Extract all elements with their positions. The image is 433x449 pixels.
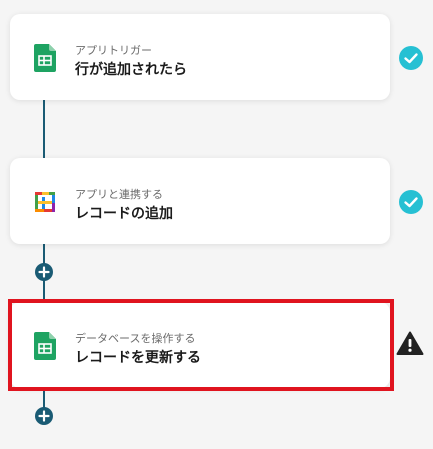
- check-icon: [399, 190, 423, 214]
- step-subtitle: アプリトリガー: [75, 44, 152, 57]
- step-title: レコードの追加: [75, 206, 173, 222]
- flow-connector-line: [43, 100, 45, 158]
- flow-step-card-add-record[interactable]: アプリと連携する レコードの追加: [10, 158, 390, 244]
- multicolor-grid-app-icon: [34, 191, 60, 219]
- highlight-box: [8, 299, 394, 391]
- warning-icon: [396, 331, 424, 356]
- add-step-button[interactable]: [35, 407, 53, 425]
- step-subtitle: アプリと連携する: [75, 188, 163, 201]
- step-title: 行が追加されたら: [75, 62, 187, 78]
- check-icon: [399, 46, 423, 70]
- flow-step-card-trigger[interactable]: アプリトリガー 行が追加されたら: [10, 14, 390, 100]
- add-step-button[interactable]: [35, 263, 53, 281]
- google-sheets-icon: [32, 44, 58, 72]
- plus-icon: [38, 266, 50, 278]
- plus-icon: [38, 410, 50, 422]
